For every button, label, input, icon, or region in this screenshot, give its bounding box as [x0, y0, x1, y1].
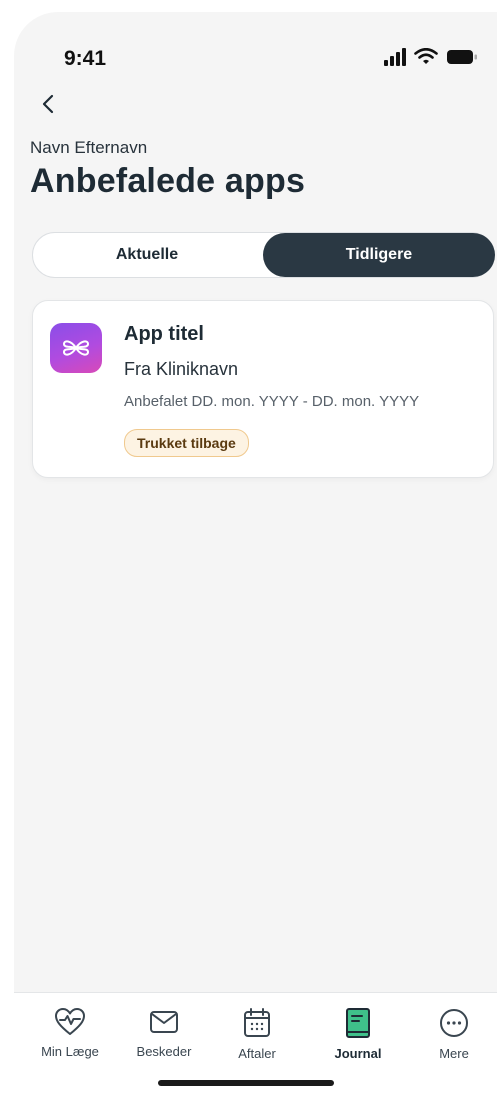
tab-label: Min Læge	[41, 1044, 99, 1059]
journal-book-icon	[346, 1008, 370, 1038]
phone-screen: 9:41 Navn Efternavn Anbefalede apps Aktu…	[14, 12, 497, 1098]
tab-label: Aftaler	[238, 1046, 276, 1061]
wifi-icon	[414, 48, 438, 64]
heart-pulse-icon	[55, 1008, 85, 1035]
tab-label: Journal	[334, 1046, 382, 1061]
segment-tidligere[interactable]: Tidligere	[263, 233, 495, 277]
segment-aktuelle[interactable]: Aktuelle	[33, 233, 261, 277]
app-logo-icon	[50, 323, 102, 373]
status-time: 9:41	[64, 47, 107, 70]
back-chevron-icon[interactable]	[38, 92, 60, 116]
tab-journal[interactable]: Journal	[318, 1007, 398, 1061]
calendar-icon	[244, 1008, 270, 1037]
app-source-clinic: Fra Kliniknavn	[124, 359, 239, 379]
tab-label: Mere	[439, 1046, 469, 1061]
home-indicator[interactable]	[158, 1080, 334, 1086]
tab-beskeder[interactable]: Beskeder	[124, 1007, 204, 1059]
page-title: Anbefalede apps	[30, 162, 306, 200]
recommended-app-card[interactable]: App titel Fra Kliniknavn Anbefalet DD. m…	[32, 300, 494, 478]
status-badge: Trukket tilbage	[124, 429, 249, 457]
battery-icon	[447, 50, 477, 64]
envelope-icon	[150, 1011, 178, 1033]
more-dots-icon	[440, 1009, 468, 1037]
tab-mere[interactable]: Mere	[414, 1007, 494, 1061]
tab-aftaler[interactable]: Aftaler	[217, 1007, 297, 1061]
app-recommended-dates: Anbefalet DD. mon. YYYY - DD. mon. YYYY	[124, 393, 420, 410]
patient-name: Navn Efternavn	[30, 138, 148, 157]
tab-label: Beskeder	[136, 1044, 192, 1059]
tab-min-laege[interactable]: Min Læge	[30, 1007, 110, 1059]
app-title: App titel	[124, 323, 204, 345]
cellular-signal-icon	[384, 48, 406, 66]
status-bar: 9:41	[14, 12, 497, 72]
segmented-control: Aktuelle Tidligere	[32, 232, 495, 278]
